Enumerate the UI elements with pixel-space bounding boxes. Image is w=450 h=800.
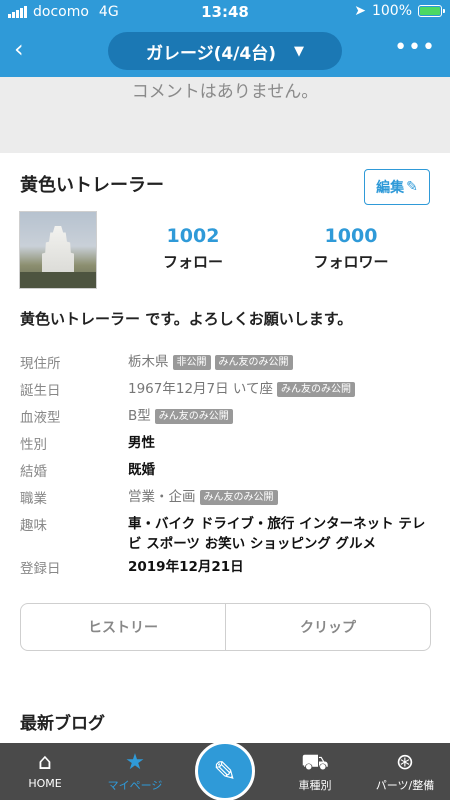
battery-icon <box>418 5 445 17</box>
detail-key: 登録日 <box>20 561 61 577</box>
nav-home[interactable]: ⌂ HOME <box>0 749 90 790</box>
detail-key: 誕生日 <box>20 383 61 399</box>
latest-blog-heading: 最新ブログ <box>20 714 105 734</box>
detail-key: 血液型 <box>20 410 61 426</box>
edit-label: 編集 <box>376 180 405 196</box>
detail-key: 職業 <box>20 491 47 507</box>
privacy-tag: みん友のみ公開 <box>199 490 278 505</box>
detail-value: 営業・企画 <box>128 489 196 505</box>
detail-key: 性別 <box>20 437 47 453</box>
detail-value: B型 <box>128 408 151 424</box>
detail-value: 既婚 <box>128 462 155 478</box>
follower-stat[interactable]: 1000 フォロワー <box>301 225 401 272</box>
detail-value: 車・バイク ドライブ・旅行 インターネット テレビ スポーツ お笑い ショッピン… <box>128 516 426 552</box>
nav-car-type-label: 車種別 <box>298 779 332 792</box>
privacy-tag: 非公開 <box>172 355 211 370</box>
bottom-nav: ⌂ HOME ★ マイページ ✎ ⛟ 車種別 ⊛ パーツ/整備 <box>0 741 450 800</box>
garage-selector[interactable]: ガレージ(4/4台) ▼ <box>108 32 342 70</box>
privacy-tag: みん友のみ公開 <box>214 355 293 370</box>
privacy-tag: みん友のみ公開 <box>154 409 233 424</box>
caret-down-icon: ▼ <box>294 43 305 59</box>
comment-area: コメントはありません。 <box>0 77 450 150</box>
star-icon: ★ <box>125 750 145 775</box>
detail-value: 栃木県 <box>128 354 169 370</box>
tab-clip[interactable]: クリップ <box>225 604 430 650</box>
detail-key: 趣味 <box>20 518 47 534</box>
nav-parts-label: パーツ/整備 <box>375 779 435 792</box>
tab-history[interactable]: ヒストリー <box>21 604 225 650</box>
nav-home-label: HOME <box>28 777 62 790</box>
detail-value: 男性 <box>128 435 155 451</box>
privacy-tag: みん友のみ公開 <box>277 382 356 397</box>
page-title: ガレージ(4/4台) <box>145 43 277 64</box>
header: docomo 4G 13:48 ➤ 100% ‹ ガレージ(4/4台) ▼ ••… <box>0 0 450 77</box>
detail-key: 結婚 <box>20 464 47 480</box>
compose-button[interactable]: ✎ <box>195 741 255 800</box>
follow-stat[interactable]: 1002 フォロー <box>143 225 243 272</box>
status-bar: docomo 4G 13:48 ➤ 100% <box>0 0 450 26</box>
detail-key: 現住所 <box>20 356 61 372</box>
home-icon: ⌂ <box>38 750 52 775</box>
follower-label: フォロワー <box>313 253 389 271</box>
profile-name: 黄色いトレーラー <box>20 175 164 196</box>
more-icon[interactable]: ••• <box>394 35 436 60</box>
detail-value: 1967年12月7日 いて座 <box>128 381 274 397</box>
castle-image <box>42 226 74 272</box>
follow-label: フォロー <box>162 253 223 271</box>
nav-mypage-label: マイページ <box>107 779 163 792</box>
pen-icon: ✎ <box>406 179 418 195</box>
wheel-icon: ⊛ <box>395 750 415 775</box>
car-icon: ⛟ <box>301 750 329 775</box>
avatar[interactable] <box>19 211 97 289</box>
follower-count: 1000 <box>324 225 378 247</box>
nav-car-type[interactable]: ⛟ 車種別 <box>270 749 360 793</box>
chevron-left-icon[interactable]: ‹ <box>14 35 24 63</box>
profile-tabs: ヒストリー クリップ <box>20 603 431 651</box>
nav-mypage[interactable]: ★ マイページ <box>90 749 180 793</box>
detail-value: 2019年12月21日 <box>128 559 244 575</box>
follow-count: 1002 <box>166 225 220 247</box>
nav-parts[interactable]: ⊛ パーツ/整備 <box>360 749 450 793</box>
battery-percent: 100% <box>371 3 412 19</box>
no-comments-text: コメントはありません。 <box>131 82 319 102</box>
pen-icon: ✎ <box>213 754 237 788</box>
profile-card: 黄色いトレーラー 編集 ✎ 1002 フォロー 1000 フォロワー 黄色いトレ… <box>0 153 450 743</box>
profile-intro: 黄色いトレーラー です。よろしくお願いします。 <box>20 310 353 328</box>
edit-button[interactable]: 編集 ✎ <box>364 169 430 205</box>
nav-bar: ‹ ガレージ(4/4台) ▼ ••• <box>0 29 450 71</box>
location-icon: ➤ <box>354 3 366 19</box>
